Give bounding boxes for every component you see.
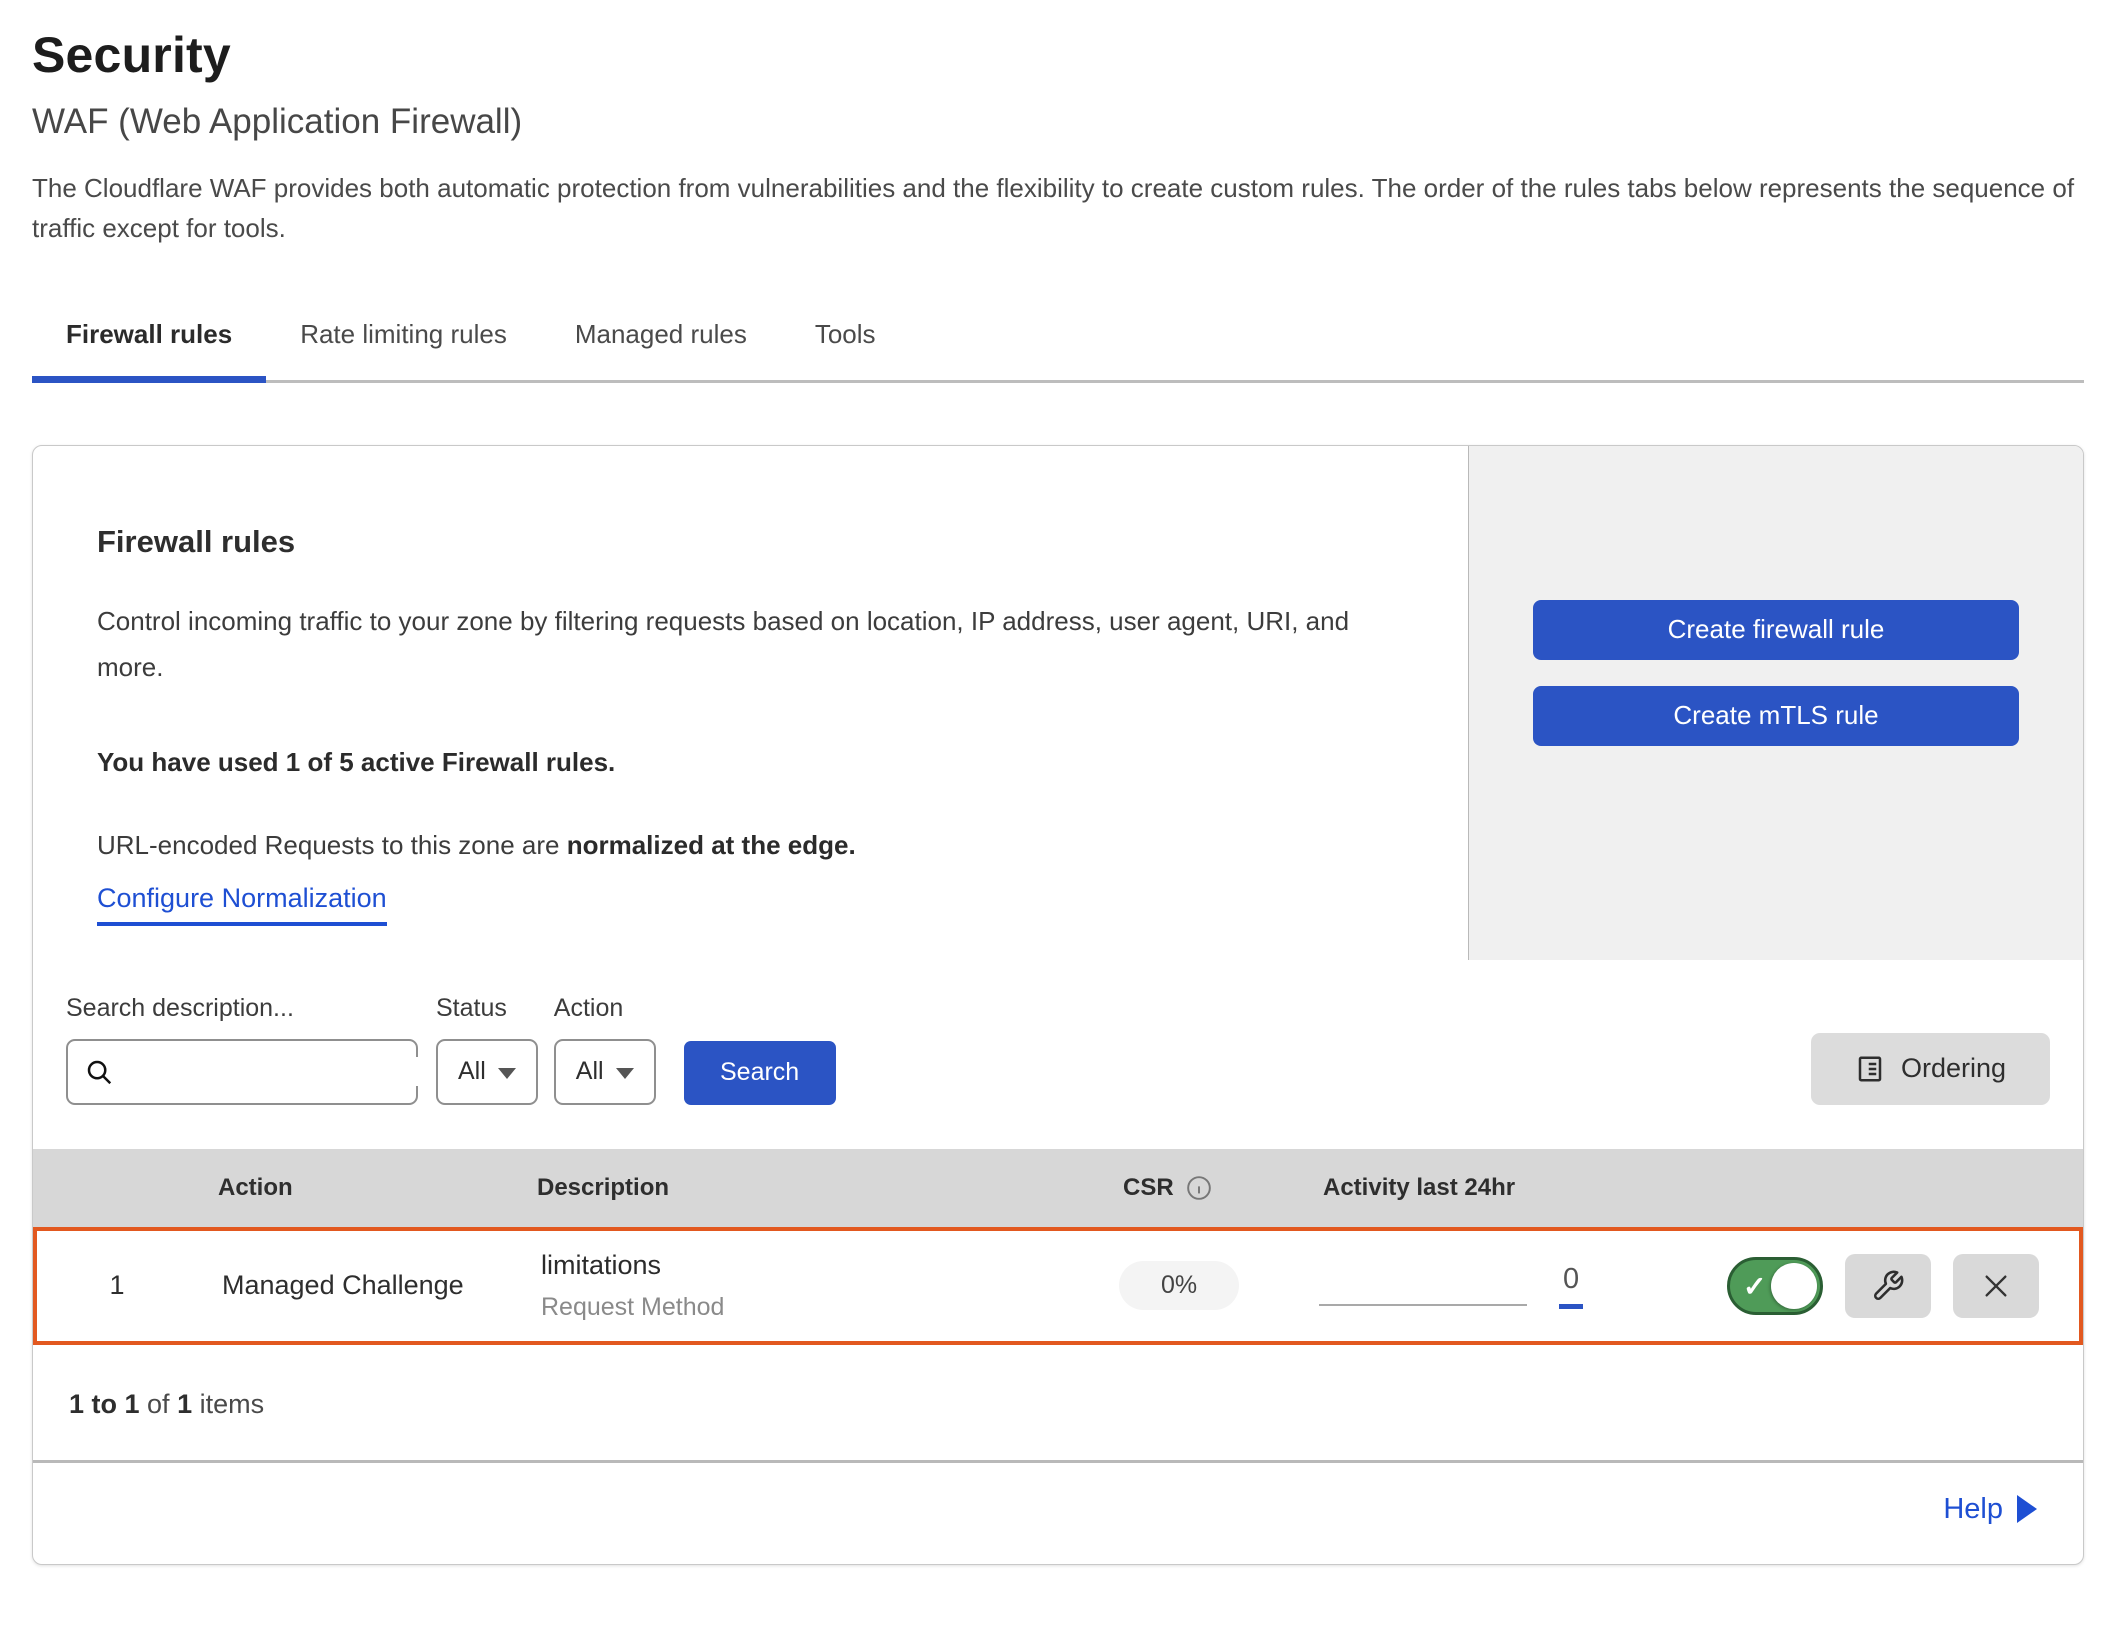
wrench-icon <box>1871 1269 1905 1303</box>
search-icon <box>84 1057 114 1087</box>
help-arrow-icon <box>2017 1495 2037 1523</box>
table-header: Action Description CSR Activity last 24h… <box>33 1149 2083 1227</box>
tab-tools[interactable]: Tools <box>781 305 910 380</box>
column-header-action: Action <box>193 1174 523 1202</box>
status-select[interactable]: All <box>436 1039 538 1105</box>
close-icon <box>1980 1270 2012 1302</box>
activity-count-cell: 0 <box>1559 1263 1649 1309</box>
rule-description[interactable]: limitations <box>541 1250 1119 1281</box>
filter-bar: Search description... Status All <box>33 960 2083 1149</box>
card-description: Control incoming traffic to your zone by… <box>97 598 1404 692</box>
tab-managed-rules[interactable]: Managed rules <box>541 305 781 380</box>
rule-enabled-toggle[interactable]: ✓ <box>1727 1257 1823 1315</box>
tab-firewall-rules[interactable]: Firewall rules <box>32 305 266 380</box>
create-firewall-rule-button[interactable]: Create firewall rule <box>1533 600 2019 660</box>
column-header-description: Description <box>523 1174 1123 1202</box>
rule-expression-summary: Request Method <box>541 1293 1119 1322</box>
action-group: Action All <box>554 994 656 1105</box>
rule-priority: 1 <box>37 1270 197 1301</box>
csr-badge: 0% <box>1119 1261 1239 1310</box>
card-actions-panel: Create firewall rule Create mTLS rule <box>1468 446 2083 960</box>
security-waf-page: Security WAF (Web Application Firewall) … <box>0 0 2114 1565</box>
table-row: 1 Managed Challenge limitations Request … <box>33 1227 2083 1345</box>
chevron-down-icon <box>616 1068 634 1079</box>
waf-tab-bar: Firewall rules Rate limiting rules Manag… <box>32 305 2084 383</box>
status-group: Status All <box>436 994 538 1105</box>
status-select-value: All <box>458 1057 486 1086</box>
rule-action: Managed Challenge <box>197 1270 527 1301</box>
page-subtitle: WAF (Web Application Firewall) <box>32 102 2084 142</box>
help-row: Help <box>33 1460 2083 1564</box>
page-description: The Cloudflare WAF provides both automat… <box>32 168 2084 249</box>
info-icon[interactable] <box>1186 1175 1212 1201</box>
card-heading: Firewall rules <box>97 524 1404 560</box>
search-button[interactable]: Search <box>684 1041 836 1105</box>
check-icon: ✓ <box>1743 1270 1766 1303</box>
configure-normalization-link[interactable]: Configure Normalization <box>97 883 387 926</box>
chevron-down-icon <box>498 1068 516 1079</box>
action-label: Action <box>554 994 656 1023</box>
edit-rule-button[interactable] <box>1845 1254 1931 1318</box>
tab-rate-limiting-rules[interactable]: Rate limiting rules <box>266 305 541 380</box>
action-select[interactable]: All <box>554 1039 656 1105</box>
search-group: Search description... <box>66 994 418 1105</box>
firewall-rules-info: Firewall rules Control incoming traffic … <box>33 446 1468 960</box>
column-header-activity: Activity last 24hr <box>1323 1174 2083 1202</box>
firewall-rules-card: Firewall rules Control incoming traffic … <box>32 445 2084 1565</box>
normalization-text: URL-encoded Requests to this zone are no… <box>97 830 1404 861</box>
page-title: Security <box>32 26 2084 84</box>
usage-text: You have used 1 of 5 active Firewall rul… <box>97 747 1404 778</box>
ordering-button-label: Ordering <box>1901 1053 2006 1084</box>
activity-sparkline-cell <box>1319 1266 1559 1306</box>
column-header-csr: CSR <box>1123 1174 1323 1202</box>
action-select-value: All <box>576 1057 604 1086</box>
search-input-container <box>66 1039 418 1105</box>
search-label: Search description... <box>66 994 418 1023</box>
card-top-section: Firewall rules Control incoming traffic … <box>33 446 2083 960</box>
create-mtls-rule-button[interactable]: Create mTLS rule <box>1533 686 2019 746</box>
search-input[interactable] <box>124 1057 446 1086</box>
rule-description-cell: limitations Request Method <box>527 1250 1119 1322</box>
ordering-list-icon <box>1855 1054 1885 1084</box>
status-label: Status <box>436 994 538 1023</box>
help-link[interactable]: Help <box>1943 1493 2037 1526</box>
delete-rule-button[interactable] <box>1953 1254 2039 1318</box>
rule-controls: ✓ <box>1649 1254 2079 1318</box>
ordering-button[interactable]: Ordering <box>1811 1033 2050 1105</box>
help-link-label: Help <box>1943 1493 2003 1526</box>
toggle-knob <box>1771 1263 1817 1309</box>
activity-count-link[interactable]: 0 <box>1559 1263 1583 1309</box>
pagination-summary: 1 to 1 of 1 items <box>33 1345 2083 1460</box>
rule-csr-cell: 0% <box>1119 1261 1319 1310</box>
activity-sparkline <box>1319 1266 1527 1306</box>
